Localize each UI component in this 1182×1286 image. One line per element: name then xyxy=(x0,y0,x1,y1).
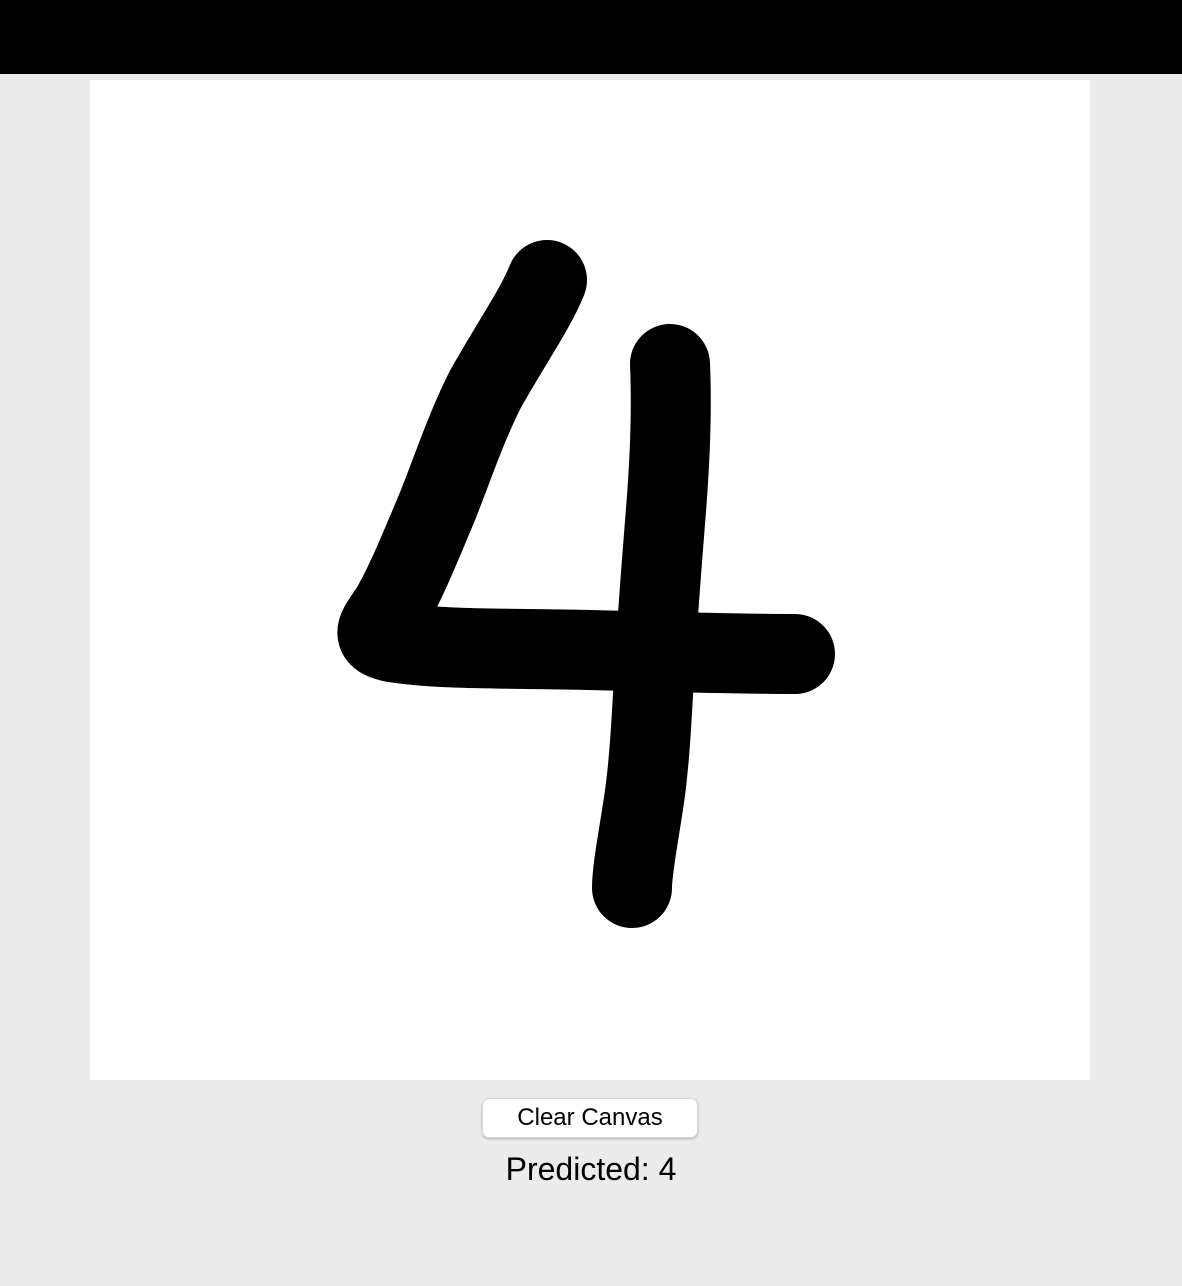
handwritten-digit-strokes xyxy=(337,240,835,928)
top-bar xyxy=(0,0,1182,74)
digit-stroke-horizontal xyxy=(352,602,835,694)
drawing-canvas[interactable] xyxy=(90,80,1090,1080)
clear-canvas-button[interactable]: Clear Canvas xyxy=(482,1098,698,1138)
digit-stroke-diagonal xyxy=(337,240,587,682)
prediction-text: Predicted: 4 xyxy=(505,1151,677,1187)
digit-stroke-vertical xyxy=(592,324,711,928)
